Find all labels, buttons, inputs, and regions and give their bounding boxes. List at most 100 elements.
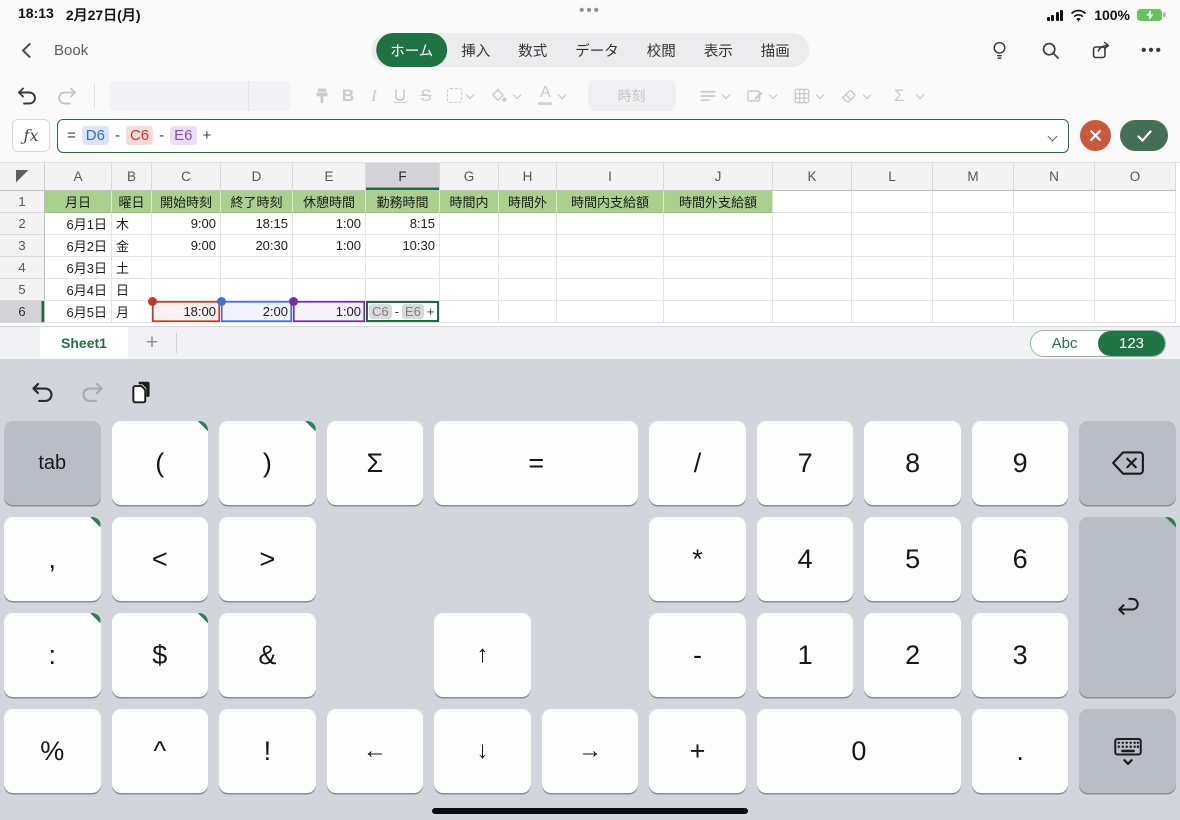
cell-M1[interactable] xyxy=(933,191,1014,213)
row-header-6[interactable]: 6 xyxy=(0,301,45,323)
cell-D4[interactable] xyxy=(221,257,293,279)
key-comma[interactable]: , xyxy=(4,517,101,601)
cell-F1[interactable]: 勤務時間 xyxy=(366,191,440,213)
range-handle-purple[interactable] xyxy=(288,296,298,306)
column-header-K[interactable]: K xyxy=(773,163,852,191)
cell-D6[interactable]: 2:00 xyxy=(216,296,293,323)
cell-O4[interactable] xyxy=(1095,257,1176,279)
cell-E3[interactable]: 1:00 xyxy=(293,235,366,257)
cell-C2[interactable]: 9:00 xyxy=(152,213,221,235)
add-sheet-button[interactable]: + xyxy=(128,331,176,355)
key-arrow-down[interactable]: ↓ xyxy=(434,709,531,793)
cell-K2[interactable] xyxy=(773,213,852,235)
key-paren-open[interactable]: ( xyxy=(111,421,209,505)
cell-G3[interactable] xyxy=(440,235,499,257)
key-ampersand[interactable]: & xyxy=(219,613,316,697)
cell-H4[interactable] xyxy=(499,257,557,279)
cell-G1[interactable]: 時間内 xyxy=(440,191,499,213)
cell-L3[interactable] xyxy=(852,235,933,257)
cancel-button[interactable] xyxy=(1080,120,1111,151)
key-percent[interactable]: % xyxy=(4,709,101,793)
sheet-tab[interactable]: Sheet1 xyxy=(40,327,128,359)
cell-C5[interactable] xyxy=(152,279,221,301)
cell-D5[interactable] xyxy=(221,279,293,301)
cell-O5[interactable] xyxy=(1095,279,1176,301)
idea-lightbulb-icon[interactable] xyxy=(987,38,1011,62)
font-size-field[interactable] xyxy=(249,81,291,111)
cell-D3[interactable]: 20:30 xyxy=(221,235,293,257)
fill-color-button[interactable] xyxy=(489,86,522,106)
key-4[interactable]: 4 xyxy=(756,517,854,601)
cell-A4[interactable]: 6月3日 xyxy=(45,257,112,279)
key-slash[interactable]: / xyxy=(649,421,746,505)
column-header-L[interactable]: L xyxy=(852,163,933,191)
key-asterisk[interactable]: * xyxy=(649,517,746,601)
cell-B5[interactable]: 日 xyxy=(112,279,152,301)
cell-C6[interactable]: 18:00 xyxy=(147,296,221,323)
key-8[interactable]: 8 xyxy=(864,421,961,505)
column-header-B[interactable]: B xyxy=(112,163,152,191)
cell-K1[interactable] xyxy=(773,191,852,213)
cell-N3[interactable] xyxy=(1014,235,1095,257)
ribbon-tab-挿入[interactable]: 挿入 xyxy=(447,33,504,67)
key-paren-close[interactable]: ) xyxy=(219,421,316,505)
cell-E6[interactable]: 1:00 xyxy=(288,296,366,323)
font-name-field[interactable] xyxy=(109,80,249,111)
column-header-G[interactable]: G xyxy=(440,163,499,191)
key-caret[interactable]: ^ xyxy=(111,709,209,793)
cell-style-button[interactable] xyxy=(745,86,778,106)
cell-L5[interactable] xyxy=(852,279,933,301)
cell-J6[interactable] xyxy=(664,301,773,323)
row-header-5[interactable]: 5 xyxy=(0,279,45,301)
cell-J2[interactable] xyxy=(664,213,773,235)
column-header-O[interactable]: O xyxy=(1095,163,1176,191)
cell-I3[interactable] xyxy=(557,235,664,257)
borders-button[interactable] xyxy=(447,88,475,103)
key-2[interactable]: 2 xyxy=(864,613,961,697)
cell-K5[interactable] xyxy=(773,279,852,301)
cell-F2[interactable]: 8:15 xyxy=(366,213,440,235)
column-header-J[interactable]: J xyxy=(664,163,773,191)
cell-D2[interactable]: 18:15 xyxy=(221,213,293,235)
column-header-D[interactable]: D xyxy=(221,163,293,191)
cell-B4[interactable]: 土 xyxy=(112,257,152,279)
column-header-H[interactable]: H xyxy=(499,163,557,191)
key-dollar[interactable]: $ xyxy=(111,613,209,697)
ribbon-tab-ホーム[interactable]: ホーム xyxy=(376,33,448,67)
key-exclamation[interactable]: ! xyxy=(219,709,316,793)
column-header-F[interactable]: F xyxy=(366,163,440,191)
key-9[interactable]: 9 xyxy=(971,421,1069,505)
cell-K6[interactable] xyxy=(773,301,852,323)
cell-M2[interactable] xyxy=(933,213,1014,235)
cell-G5[interactable] xyxy=(440,279,499,301)
cell-N6[interactable] xyxy=(1014,301,1095,323)
column-header-C[interactable]: C xyxy=(152,163,221,191)
home-indicator[interactable] xyxy=(432,808,748,814)
key-dismiss-keyboard[interactable] xyxy=(1079,709,1176,793)
cell-H6[interactable] xyxy=(499,301,557,323)
cell-N5[interactable] xyxy=(1014,279,1095,301)
cell-M3[interactable] xyxy=(933,235,1014,257)
underline-button[interactable]: U xyxy=(387,86,413,106)
cell-M6[interactable] xyxy=(933,301,1014,323)
column-header-I[interactable]: I xyxy=(557,163,664,191)
column-header-A[interactable]: A xyxy=(45,163,112,191)
ribbon-tab-描画[interactable]: 描画 xyxy=(747,33,804,67)
key-period[interactable]: . xyxy=(971,709,1069,793)
number-format-button[interactable]: 時刻 xyxy=(587,80,676,111)
ribbon-tab-校閲[interactable]: 校閲 xyxy=(633,33,690,67)
cell-D1[interactable]: 終了時刻 xyxy=(221,191,293,213)
undo-button[interactable] xyxy=(14,83,40,109)
redo-button[interactable] xyxy=(54,83,80,109)
ribbon-tab-データ[interactable]: データ xyxy=(561,33,633,67)
alignment-button[interactable] xyxy=(698,86,731,106)
format-painter-icon[interactable] xyxy=(309,83,335,109)
cell-B3[interactable]: 金 xyxy=(112,235,152,257)
cell-I2[interactable] xyxy=(557,213,664,235)
cell-B6[interactable]: 月 xyxy=(112,301,152,323)
key-6[interactable]: 6 xyxy=(971,517,1069,601)
cell-C3[interactable]: 9:00 xyxy=(152,235,221,257)
share-icon[interactable] xyxy=(1089,38,1113,62)
cell-I5[interactable] xyxy=(557,279,664,301)
key-backspace[interactable] xyxy=(1079,421,1176,505)
